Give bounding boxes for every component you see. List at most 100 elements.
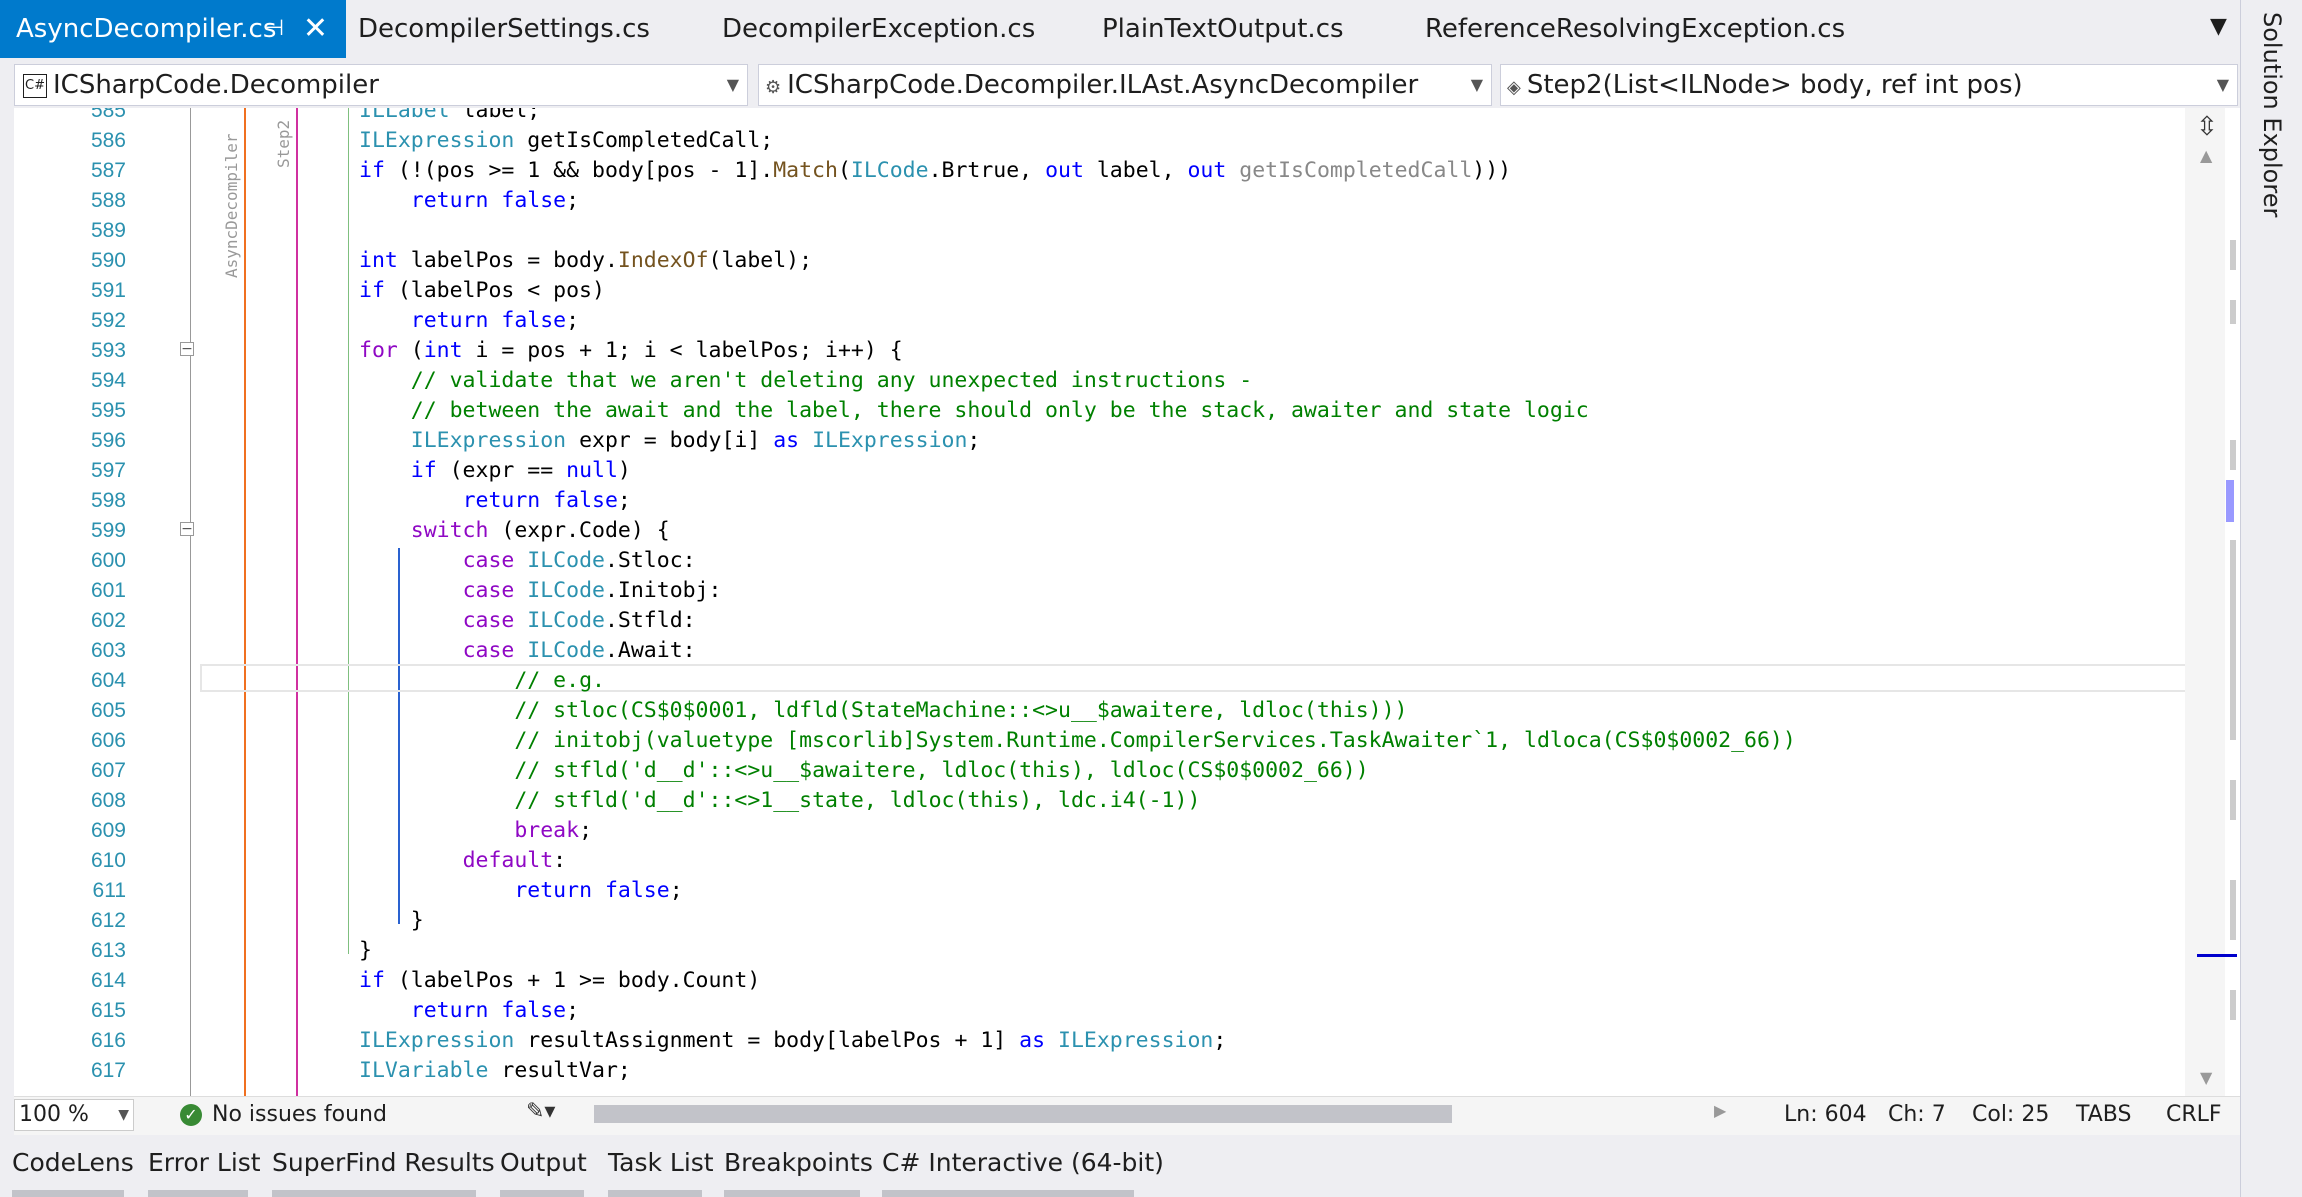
code-text: // between the await and the label, ther… — [410, 398, 1589, 423]
code-line[interactable]: 589 — [14, 216, 2194, 246]
tab-underline — [12, 1190, 124, 1197]
code-line[interactable]: 604 // e.g. — [14, 666, 2194, 696]
code-line[interactable]: 599 switch (expr.Code) { — [14, 516, 2194, 546]
line-number: 615 — [90, 999, 126, 1022]
code-line[interactable]: 592 return false; — [14, 306, 2194, 336]
tab-output[interactable]: Output — [500, 1148, 587, 1177]
line-number: 613 — [90, 939, 126, 962]
line-ending[interactable]: CRLF — [2166, 1097, 2222, 1133]
code-line[interactable]: 613} — [14, 936, 2194, 966]
code-line[interactable]: 591 if (labelPos < pos) — [14, 276, 2194, 306]
scroll-up-icon[interactable]: ▲ — [2200, 146, 2212, 165]
code-line[interactable]: 616 ILExpression resultAssignment = body[… — [14, 1026, 2194, 1056]
code-line[interactable]: 585 ILLabel label; — [14, 108, 2194, 126]
caret-position-marker — [2197, 954, 2237, 957]
code-line[interactable]: 605 // stloc(CS$0$0001, ldfld(StateMachi… — [14, 696, 2194, 726]
line-number: 592 — [90, 309, 126, 332]
split-editor-icon[interactable]: ⇳ — [2196, 112, 2218, 142]
document-tab-bar: AsyncDecompiler.cs ⊣ ✕ DecompilerSetting… — [0, 0, 2240, 58]
line-number: 603 — [90, 639, 126, 662]
code-text: case ILCode.Stloc: — [462, 548, 696, 573]
code-line[interactable]: 615 return false; — [14, 996, 2194, 1026]
line-number: 617 — [90, 1059, 126, 1082]
tab-csharp-interactive[interactable]: C# Interactive (64-bit) — [882, 1148, 1164, 1177]
code-line[interactable]: 596 ILExpression expr = body[i] as ILExp… — [14, 426, 2194, 456]
tabs-mode[interactable]: TABS — [2076, 1097, 2131, 1133]
tab-superfind-results[interactable]: SuperFind Results — [272, 1148, 495, 1177]
code-editor[interactable]: AsyncDecompiler Step2 − − 585 ILLabel lab… — [14, 108, 2240, 1096]
tab-underline — [500, 1190, 584, 1197]
code-line[interactable]: 603 case ILCode.Await: — [14, 636, 2194, 666]
tab-referenceresolvingexception[interactable]: ReferenceResolvingException.cs — [1425, 0, 1845, 58]
code-line[interactable]: 598 return false; — [14, 486, 2194, 516]
dropdown-arrow-icon: ▼ — [2216, 75, 2229, 94]
scrollbar-marker — [2230, 440, 2236, 470]
code-text: if (!(pos >= 1 && body[pos - 1].Match(IL… — [359, 158, 1512, 183]
code-line[interactable]: 612 } — [14, 906, 2194, 936]
code-text: ILExpression resultAssignment = body[lab… — [359, 1028, 1227, 1053]
dropdown-arrow-icon: ▼ — [726, 75, 739, 94]
tab-codelens[interactable]: CodeLens — [12, 1148, 134, 1177]
code-line[interactable]: 595 // between the await and the label, … — [14, 396, 2194, 426]
code-line[interactable]: 597 if (expr == null) — [14, 456, 2194, 486]
scrollbar-thumb[interactable] — [2226, 480, 2234, 522]
code-line[interactable]: 607 // stfld('d__d'::<>u__$awaitere, ldl… — [14, 756, 2194, 786]
line-number: 607 — [90, 759, 126, 782]
code-text: // validate that we aren't deleting any … — [410, 368, 1253, 393]
horizontal-scrollbar-thumb[interactable] — [594, 1105, 1452, 1123]
line-number: 586 — [90, 129, 126, 152]
code-text: // e.g. — [514, 668, 605, 693]
code-line[interactable]: 617 ILVariable resultVar; — [14, 1056, 2194, 1086]
code-text: int labelPos = body.IndexOf(label); — [359, 248, 813, 273]
line-number: 585 — [90, 108, 126, 122]
brush-icon[interactable]: ✎▾ — [526, 1099, 555, 1124]
scroll-right-icon[interactable]: ▶ — [1714, 1101, 1726, 1120]
tab-asyncdecompiler[interactable]: AsyncDecompiler.cs ⊣ ✕ — [0, 0, 346, 58]
scroll-down-icon[interactable]: ▼ — [2200, 1068, 2212, 1087]
code-line[interactable]: 609 break; — [14, 816, 2194, 846]
pin-icon[interactable]: ⊣ — [265, 0, 284, 58]
line-number: 610 — [90, 849, 126, 872]
code-line[interactable]: 594 // validate that we aren't deleting … — [14, 366, 2194, 396]
class-icon: ⚙ — [765, 77, 782, 98]
code-line[interactable]: 611 return false; — [14, 876, 2194, 906]
tab-breakpoints[interactable]: Breakpoints — [724, 1148, 873, 1177]
code-line[interactable]: 601 case ILCode.Initobj: — [14, 576, 2194, 606]
tab-plaintextoutput[interactable]: PlainTextOutput.cs — [1102, 0, 1344, 58]
issues-text: No issues found — [212, 1102, 387, 1127]
member-dropdown[interactable]: ◈ Step2(List<ILNode> body, ref int pos) ▼ — [1500, 64, 2238, 106]
class-dropdown[interactable]: ⚙ ICSharpCode.Decompiler.ILAst.AsyncDecom… — [758, 64, 1492, 106]
code-line[interactable]: 606 // initobj(valuetype [mscorlib]Syste… — [14, 726, 2194, 756]
navigation-bar: C# ICSharpCode.Decompiler ▼ ⚙ ICSharpCode.… — [0, 62, 2240, 108]
code-line[interactable]: 587 if (!(pos >= 1 && body[pos - 1].Match… — [14, 156, 2194, 186]
code-line[interactable]: 600 case ILCode.Stloc: — [14, 546, 2194, 576]
code-text: return false; — [410, 308, 580, 333]
zoom-dropdown[interactable]: 100 % ▼ — [14, 1099, 134, 1131]
code-line[interactable]: 593 for (int i = pos + 1; i < labelPos; i… — [14, 336, 2194, 366]
solution-explorer-tab[interactable]: Solution Explorer — [2258, 12, 2286, 217]
code-line[interactable]: 608 // stfld('d__d'::<>1__state, ldloc(t… — [14, 786, 2194, 816]
line-number: 597 — [90, 459, 126, 482]
code-text: return false; — [410, 188, 580, 213]
project-name: ICSharpCode.Decompiler — [53, 70, 379, 100]
project-dropdown[interactable]: C# ICSharpCode.Decompiler ▼ — [14, 64, 748, 106]
tab-error-list[interactable]: Error List — [148, 1148, 261, 1177]
code-line[interactable]: 610 default: — [14, 846, 2194, 876]
tab-decompilersettings[interactable]: DecompilerSettings.cs — [358, 0, 650, 58]
close-icon[interactable]: ✕ — [303, 0, 328, 58]
check-circle-icon: ✓ — [180, 1104, 202, 1126]
code-line[interactable]: 586 ILExpression getIsCompletedCall; — [14, 126, 2194, 156]
tab-label: PlainTextOutput.cs — [1102, 14, 1344, 44]
code-line[interactable]: 614 if (labelPos + 1 >= body.Count) — [14, 966, 2194, 996]
tab-decompilerexception[interactable]: DecompilerException.cs — [722, 0, 1035, 58]
code-line[interactable]: 590 int labelPos = body.IndexOf(label); — [14, 246, 2194, 276]
tab-underline — [272, 1190, 476, 1197]
issues-indicator[interactable]: ✓ No issues found — [180, 1097, 387, 1133]
tab-task-list[interactable]: Task List — [608, 1148, 714, 1177]
line-number: 588 — [90, 189, 126, 212]
code-line[interactable]: 602 case ILCode.Stfld: — [14, 606, 2194, 636]
dropdown-arrow-icon: ▼ — [118, 1107, 129, 1123]
code-line[interactable]: 588 return false; — [14, 186, 2194, 216]
vertical-scrollbar[interactable] — [2185, 108, 2225, 1096]
tab-list-dropdown-icon[interactable]: ▼ — [2210, 14, 2227, 39]
